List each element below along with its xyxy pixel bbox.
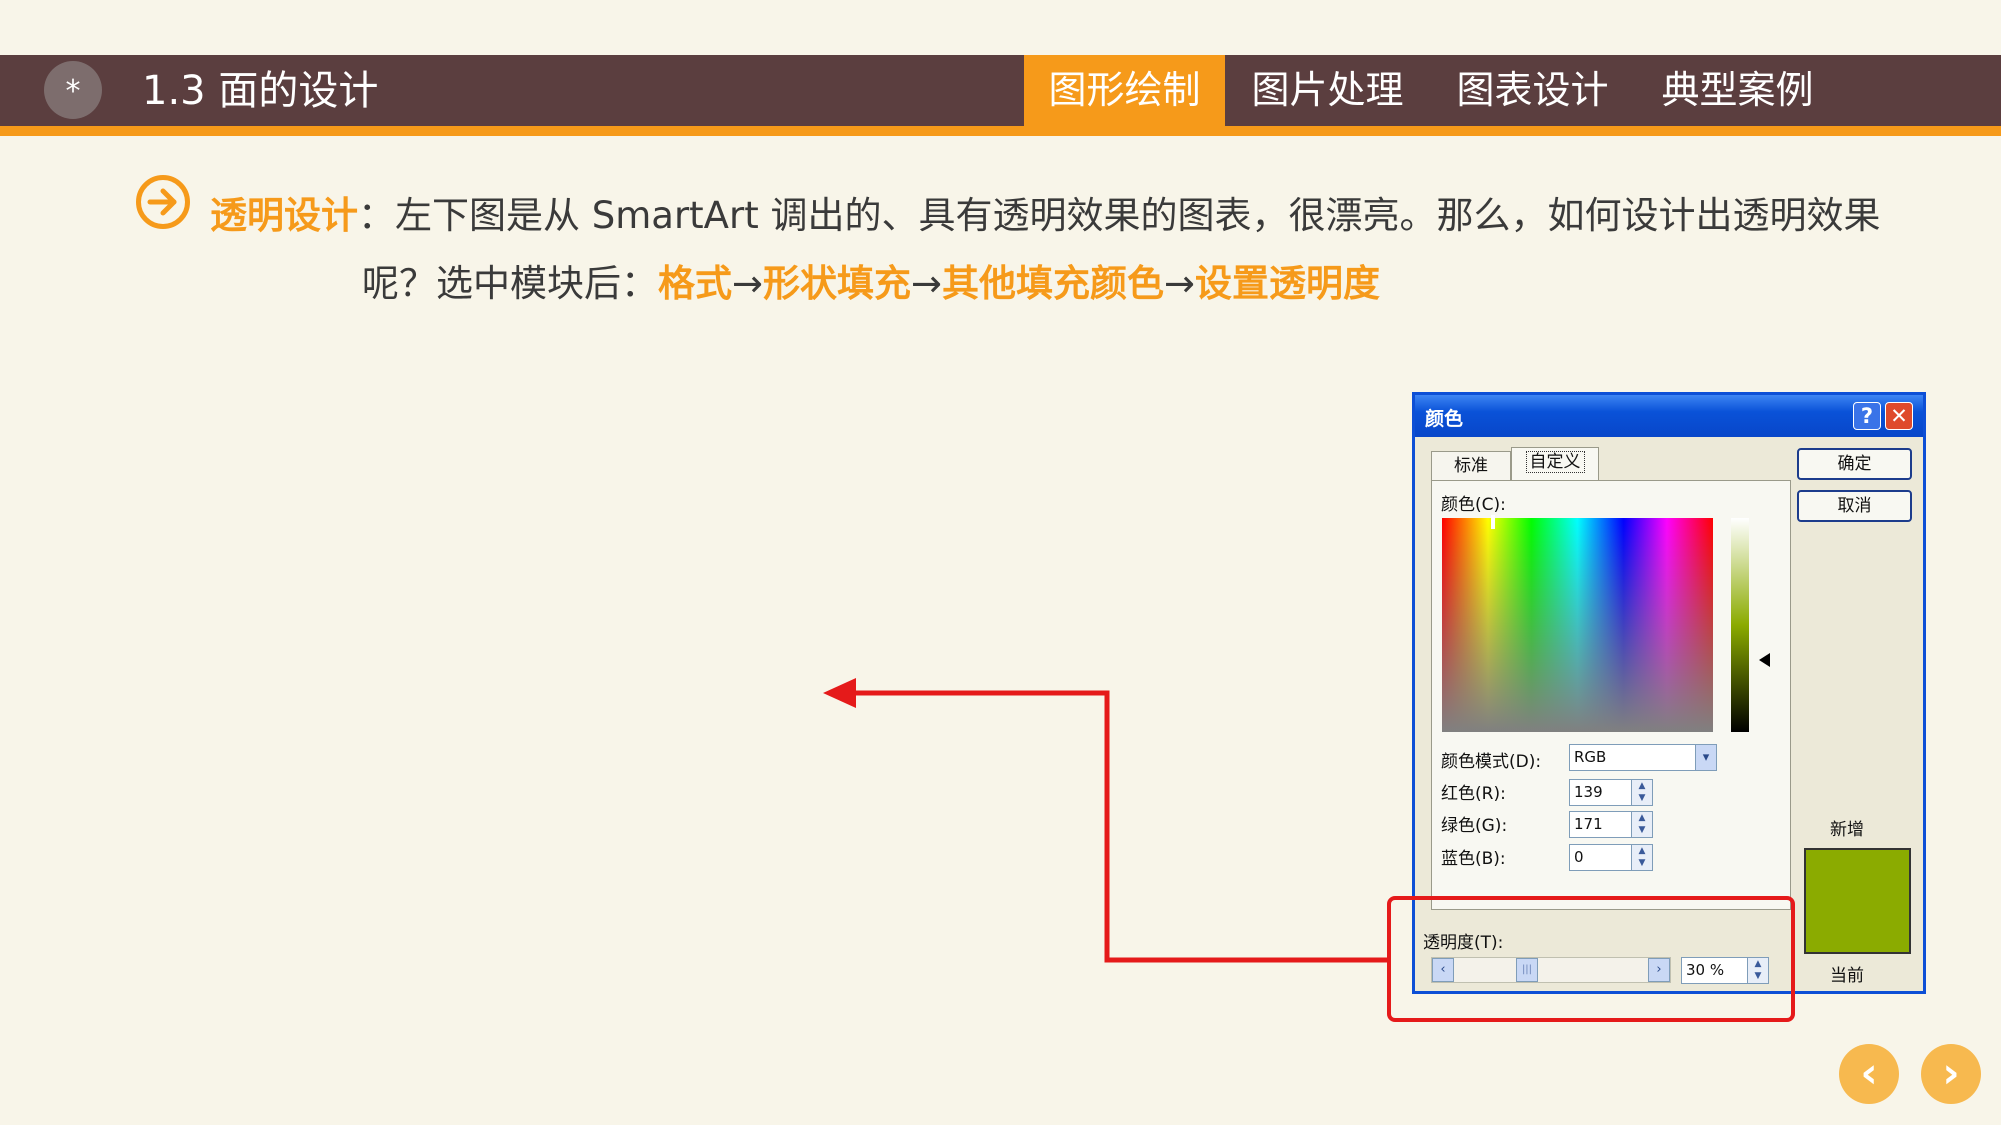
tab-custom-label: 自定义 xyxy=(1525,451,1585,473)
tab-custom[interactable]: 自定义 xyxy=(1511,447,1599,481)
blue-label: 蓝色(B): xyxy=(1441,849,1506,869)
dialog-title: 颜色 xyxy=(1425,408,1464,430)
red-input[interactable]: 139 xyxy=(1569,779,1633,806)
green-input[interactable]: 171 xyxy=(1569,811,1633,838)
green-label: 绿色(G): xyxy=(1441,816,1508,836)
color-spectrum[interactable] xyxy=(1442,518,1713,732)
help-button[interactable]: ? xyxy=(1853,402,1881,430)
transparency-highlight-box xyxy=(1387,896,1795,1022)
luminance-pointer-icon[interactable] xyxy=(1759,653,1770,667)
red-label: 红色(R): xyxy=(1441,784,1506,804)
next-page-button[interactable]: › xyxy=(1921,1044,1981,1104)
close-button[interactable]: ✕ xyxy=(1885,402,1913,430)
blue-input[interactable]: 0 xyxy=(1569,844,1633,871)
spectrum-crosshair[interactable] xyxy=(1491,515,1495,529)
chevron-down-icon[interactable]: ▾ xyxy=(1695,744,1717,771)
color-preview-swatch xyxy=(1804,848,1911,954)
luminance-slider[interactable] xyxy=(1731,518,1749,732)
red-spinner[interactable]: ▲ ▼ xyxy=(1631,779,1653,806)
tab-standard[interactable]: 标准 xyxy=(1431,451,1511,480)
blue-spinner[interactable]: ▲ ▼ xyxy=(1631,844,1653,871)
dialog-titlebar: 颜色 ? ✕ xyxy=(1415,395,1923,437)
green-spinner[interactable]: ▲ ▼ xyxy=(1631,811,1653,838)
prev-page-button[interactable]: ‹ xyxy=(1839,1044,1899,1104)
new-color-label: 新增 xyxy=(1830,820,1864,840)
ok-button[interactable]: 确定 xyxy=(1797,448,1912,480)
cancel-button[interactable]: 取消 xyxy=(1797,490,1912,522)
current-color-label: 当前 xyxy=(1830,966,1864,986)
colors-label: 颜色(C): xyxy=(1441,495,1506,515)
color-mode-label: 颜色模式(D): xyxy=(1441,752,1542,772)
